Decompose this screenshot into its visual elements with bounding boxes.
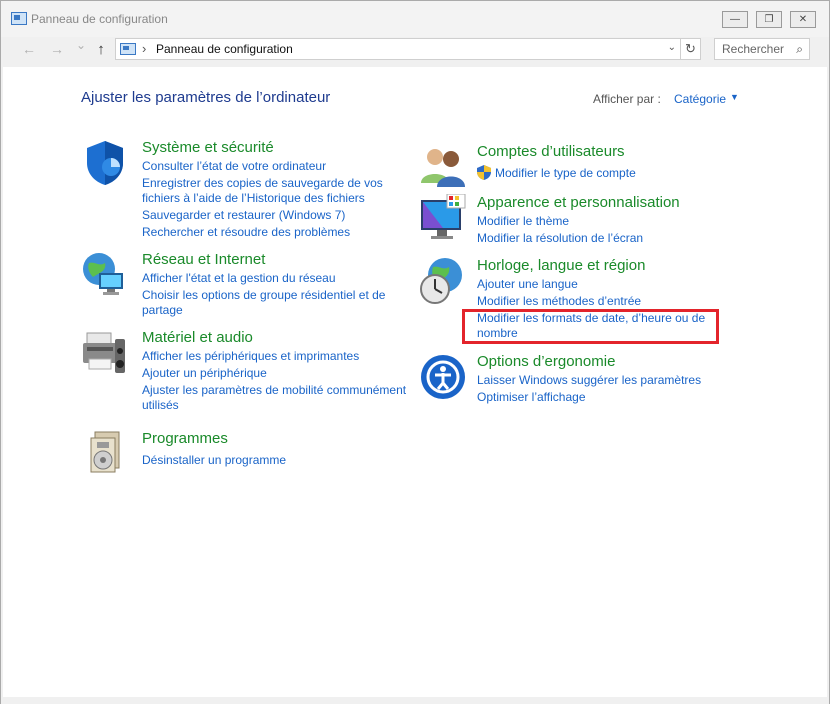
breadcrumb-separator-icon[interactable]: › bbox=[142, 41, 146, 56]
window-title: Panneau de configuration bbox=[31, 12, 168, 26]
category-heading[interactable]: Horloge, langue et région bbox=[477, 257, 645, 274]
link-network-status[interactable]: Afficher l'état et la gestion du réseau bbox=[142, 271, 336, 286]
link-add-device[interactable]: Ajouter un périphérique bbox=[142, 366, 267, 381]
network-globe-icon[interactable] bbox=[81, 251, 129, 299]
view-by-label: Afficher par : bbox=[593, 92, 661, 106]
control-panel-window: Panneau de configuration — ❐ ✕ ← → ⌄ ↑ ›… bbox=[0, 0, 830, 704]
category-heading[interactable]: Matériel et audio bbox=[142, 329, 253, 346]
search-input[interactable]: Rechercher ⌕ bbox=[714, 38, 810, 60]
link-file-history[interactable]: fichiers à l’aide de l’Historique des fi… bbox=[142, 191, 365, 206]
search-icon[interactable]: ⌕ bbox=[796, 42, 803, 57]
forward-arrow-icon[interactable]: → bbox=[48, 41, 66, 57]
up-arrow-icon[interactable]: ↑ bbox=[92, 41, 110, 58]
category-heading[interactable]: Options d’ergonomie bbox=[477, 353, 615, 370]
category-heading[interactable]: Réseau et Internet bbox=[142, 251, 265, 268]
users-icon[interactable] bbox=[419, 143, 467, 191]
address-bar[interactable]: › Panneau de configuration ⌄ bbox=[115, 38, 681, 60]
link-troubleshoot[interactable]: Rechercher et résoudre des problèmes bbox=[142, 225, 350, 240]
link-backup-restore[interactable]: Sauvegarder et restaurer (Windows 7) bbox=[142, 208, 345, 223]
link-mobility-settings[interactable]: utilisés bbox=[142, 398, 179, 413]
display-icon[interactable] bbox=[419, 194, 467, 242]
shield-icon[interactable] bbox=[81, 139, 129, 187]
window-bottom-border bbox=[1, 697, 829, 704]
title-bar: Panneau de configuration — ❐ ✕ bbox=[1, 1, 829, 37]
caret-down-icon[interactable]: ▼ bbox=[730, 92, 739, 102]
link-change-account-type[interactable]: Modifier le type de compte bbox=[495, 166, 636, 181]
view-by-dropdown[interactable]: Catégorie bbox=[674, 92, 726, 106]
programs-icon[interactable] bbox=[81, 428, 129, 476]
minimize-button[interactable]: — bbox=[722, 11, 748, 28]
back-arrow-icon[interactable]: ← bbox=[20, 41, 38, 57]
link-homegroup-options[interactable]: partage bbox=[142, 303, 183, 318]
link-input-methods[interactable]: Modifier les méthodes d’entrée bbox=[477, 294, 641, 309]
page-title: Ajuster les paramètres de l’ordinateur bbox=[81, 89, 331, 106]
search-placeholder: Rechercher bbox=[722, 42, 785, 56]
chevron-down-icon[interactable]: ⌄ bbox=[668, 42, 676, 53]
link-windows-suggest-settings[interactable]: Laisser Windows suggérer les paramètres bbox=[477, 373, 701, 388]
link-homegroup-options[interactable]: Choisir les options de groupe résidentie… bbox=[142, 288, 385, 303]
printer-icon[interactable] bbox=[81, 329, 129, 377]
ease-of-access-icon[interactable] bbox=[419, 353, 467, 401]
content-area: Ajuster les paramètres de l’ordinateur A… bbox=[3, 67, 827, 697]
category-heading[interactable]: Apparence et personnalisation bbox=[477, 194, 680, 211]
link-mobility-settings[interactable]: Ajuster les paramètres de mobilité commu… bbox=[142, 383, 406, 398]
recent-locations-icon[interactable]: ⌄ bbox=[72, 38, 90, 52]
control-panel-icon bbox=[120, 43, 136, 55]
link-uninstall-program[interactable]: Désinstaller un programme bbox=[142, 453, 286, 468]
clock-globe-icon[interactable] bbox=[419, 257, 467, 305]
category-heading[interactable]: Programmes bbox=[142, 430, 228, 447]
link-add-language[interactable]: Ajouter une langue bbox=[477, 277, 578, 292]
link-optimize-display[interactable]: Optimiser l’affichage bbox=[477, 390, 586, 405]
link-file-history[interactable]: Enregistrer des copies de sauvegarde de … bbox=[142, 176, 383, 191]
link-view-computer-status[interactable]: Consulter l’état de votre ordinateur bbox=[142, 159, 326, 174]
breadcrumb[interactable]: Panneau de configuration bbox=[156, 42, 293, 56]
refresh-icon[interactable]: ↻ bbox=[681, 38, 701, 60]
uac-shield-icon bbox=[477, 165, 491, 180]
close-button[interactable]: ✕ bbox=[790, 11, 816, 28]
link-screen-resolution[interactable]: Modifier la résolution de l’écran bbox=[477, 231, 643, 246]
link-change-theme[interactable]: Modifier le thème bbox=[477, 214, 569, 229]
category-heading[interactable]: Système et sécurité bbox=[142, 139, 274, 156]
control-panel-icon bbox=[11, 12, 27, 25]
restore-button[interactable]: ❐ bbox=[756, 11, 782, 28]
link-devices-printers[interactable]: Afficher les périphériques et imprimante… bbox=[142, 349, 359, 364]
highlight-box bbox=[462, 309, 719, 344]
category-heading[interactable]: Comptes d’utilisateurs bbox=[477, 143, 625, 160]
